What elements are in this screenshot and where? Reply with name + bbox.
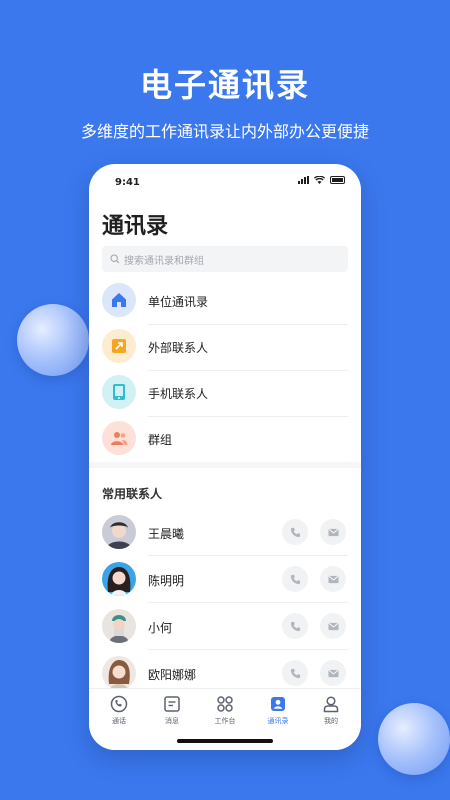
menu-item-unit-directory[interactable]: 单位通讯录 xyxy=(89,279,361,325)
tab-label: 消息 xyxy=(165,717,179,725)
menu-item-external-contacts[interactable]: 外部联系人 xyxy=(89,325,361,371)
tab-label: 通讯录 xyxy=(267,717,289,725)
avatar xyxy=(102,656,136,690)
external-link-icon xyxy=(102,329,136,363)
search-input[interactable]: 搜索通讯录和群组 xyxy=(102,246,348,272)
contact-name: 欧阳娜娜 xyxy=(148,668,197,682)
tab-workbench[interactable]: 工作台 xyxy=(205,695,245,726)
tab-profile[interactable]: 我的 xyxy=(311,695,351,726)
message-button[interactable] xyxy=(320,660,346,686)
tab-contacts[interactable]: 通讯录 xyxy=(258,695,298,726)
battery-icon xyxy=(330,176,345,184)
message-button[interactable] xyxy=(320,613,346,639)
menu-item-groups[interactable]: 群组 xyxy=(89,417,361,463)
menu-item-label: 外部联系人 xyxy=(148,341,209,355)
mail-icon xyxy=(327,669,339,677)
message-icon xyxy=(164,696,180,712)
hero-title: 电子通讯录 xyxy=(139,66,310,104)
hero-subtitle: 多维度的工作通讯录让内外部办公更便捷 xyxy=(80,122,369,141)
decorative-bubble xyxy=(17,304,89,376)
section-divider xyxy=(89,462,361,468)
contact-row[interactable]: 陈明明 xyxy=(89,556,361,603)
home-icon xyxy=(102,283,136,317)
phone-icon xyxy=(290,527,300,537)
tab-label: 我的 xyxy=(324,717,338,725)
search-icon xyxy=(110,254,120,264)
contact-name: 小何 xyxy=(148,621,173,635)
group-icon xyxy=(102,421,136,455)
tab-label: 工作台 xyxy=(214,717,236,725)
avatar xyxy=(102,515,136,549)
contact-row[interactable]: 王晨曦 xyxy=(89,509,361,556)
phone-icon xyxy=(290,668,300,678)
page-title: 通讯录 xyxy=(102,214,169,239)
tab-messages[interactable]: 消息 xyxy=(152,695,192,726)
phone-icon xyxy=(290,621,300,631)
message-button[interactable] xyxy=(320,519,346,545)
wifi-icon xyxy=(314,176,325,184)
call-icon xyxy=(110,695,128,713)
status-bar: 9:41 xyxy=(89,164,361,200)
avatar xyxy=(102,562,136,596)
call-button[interactable] xyxy=(282,613,308,639)
phone-icon xyxy=(290,574,300,584)
contact-name: 陈明明 xyxy=(148,574,185,588)
menu-item-label: 单位通讯录 xyxy=(148,295,209,309)
mail-icon xyxy=(327,622,339,630)
tab-bar: 通话 消息 工作台 通讯录 我的 xyxy=(89,688,361,750)
decorative-bubble xyxy=(378,703,450,775)
menu-item-label: 手机联系人 xyxy=(148,387,209,401)
menu-item-label: 群组 xyxy=(148,433,173,447)
home-indicator xyxy=(177,739,273,743)
call-button[interactable] xyxy=(282,660,308,686)
signal-icon xyxy=(298,176,309,184)
workbench-icon xyxy=(217,696,233,712)
contact-row[interactable]: 小何 xyxy=(89,603,361,650)
tab-calls[interactable]: 通话 xyxy=(99,695,139,726)
call-button[interactable] xyxy=(282,566,308,592)
tab-label: 通话 xyxy=(112,717,126,725)
section-title-frequent-contacts: 常用联系人 xyxy=(102,487,163,501)
call-button[interactable] xyxy=(282,519,308,545)
mail-icon xyxy=(327,528,339,536)
phone-frame: 9:41 通讯录 搜索通讯录和群组 单位通讯录 外部联系人 手机联系人 群组 常… xyxy=(89,164,361,750)
avatar xyxy=(102,609,136,643)
menu-item-phone-contacts[interactable]: 手机联系人 xyxy=(89,371,361,417)
message-button[interactable] xyxy=(320,566,346,592)
contacts-icon xyxy=(271,697,285,711)
search-placeholder: 搜索通讯录和群组 xyxy=(124,255,204,267)
mail-icon xyxy=(327,575,339,583)
phone-device-icon xyxy=(102,375,136,409)
contact-name: 王晨曦 xyxy=(148,527,185,541)
status-time: 9:41 xyxy=(115,177,140,188)
profile-icon xyxy=(323,696,339,713)
